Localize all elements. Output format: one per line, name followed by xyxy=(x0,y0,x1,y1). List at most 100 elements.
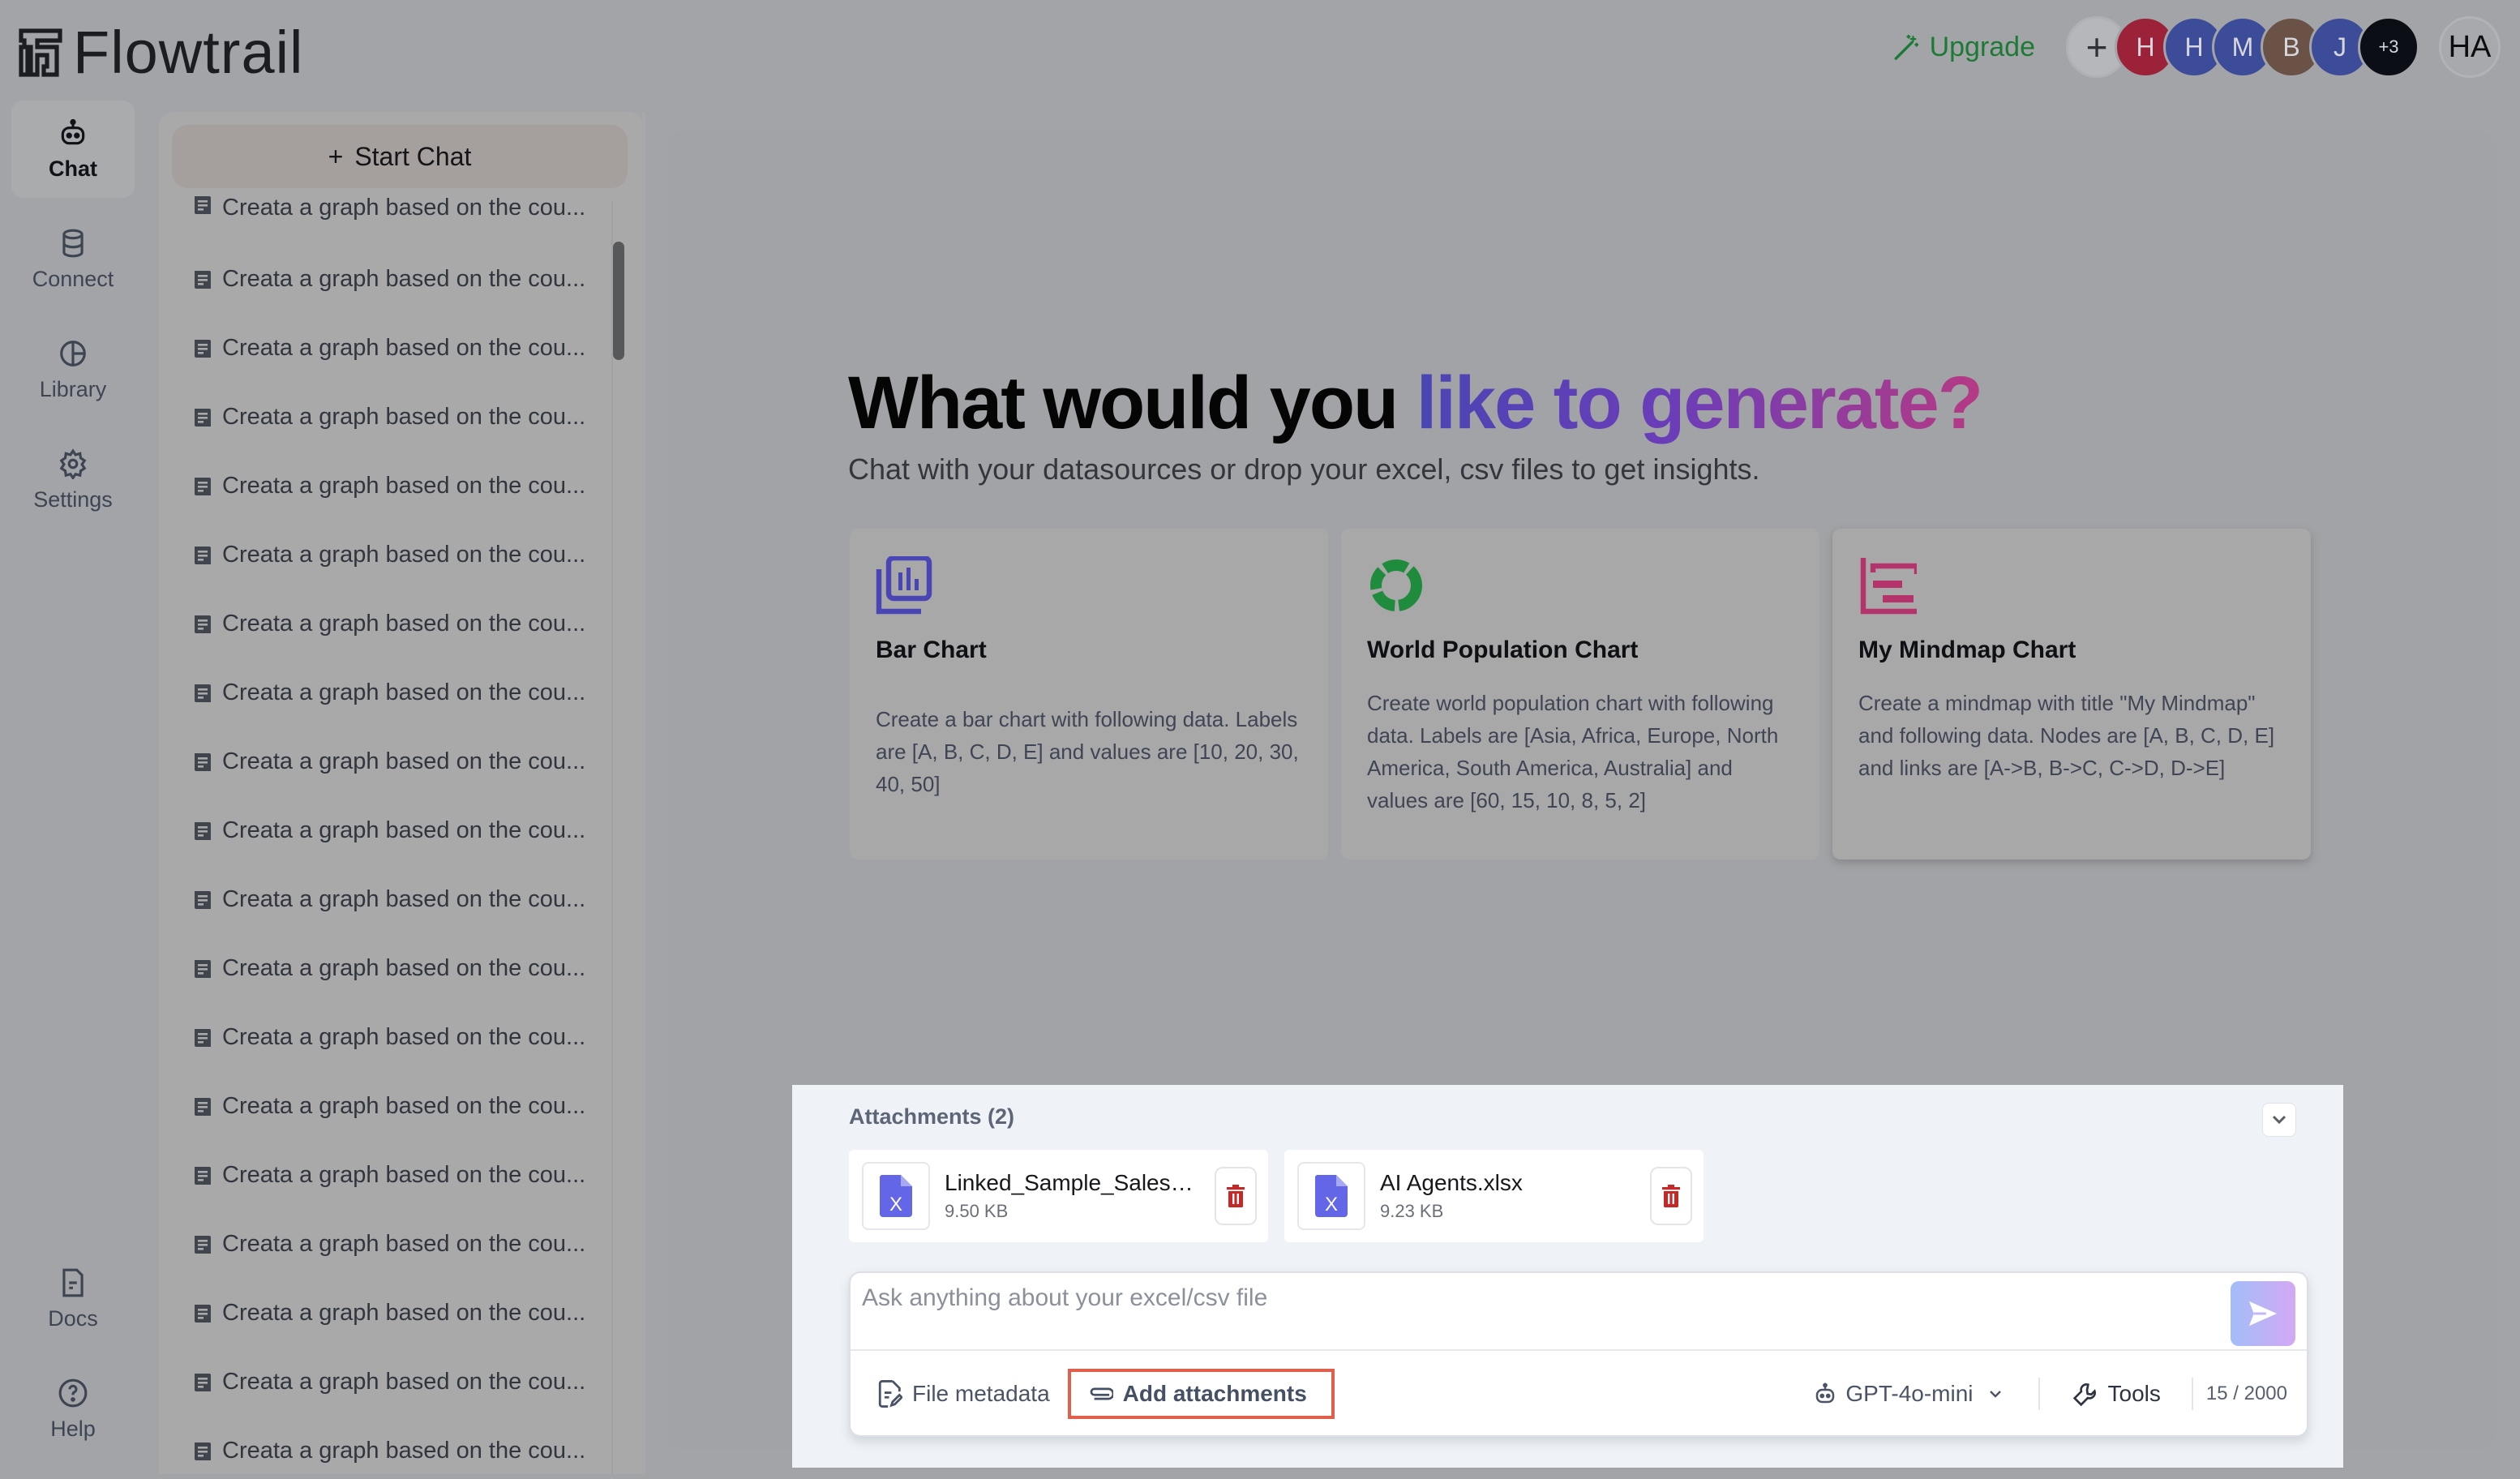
chat-log-icon xyxy=(195,1304,211,1323)
start-chat-button[interactable]: + Start Chat xyxy=(172,125,628,188)
attachment-list: X Linked_Sample_Sales_... 9.50 KB X AI A… xyxy=(849,1150,1704,1242)
chat-history-item[interactable]: Creata a graph based on the cou... xyxy=(159,452,613,521)
pie-chart-icon xyxy=(60,340,86,367)
chat-history-item[interactable]: Creata a graph based on the cou... xyxy=(159,245,613,314)
add-attachments-button[interactable]: Add attachments xyxy=(1067,1369,1335,1419)
delete-attachment-button[interactable] xyxy=(1650,1167,1692,1225)
prompt-input[interactable] xyxy=(862,1284,2232,1343)
topbar-actions: Upgrade + H H M B J +3 HA xyxy=(1892,15,2501,79)
more-members-badge[interactable]: +3 xyxy=(2358,16,2419,78)
team-avatars: + H H M B J +3 HA xyxy=(2066,16,2501,78)
chat-history-item[interactable]: Creata a graph based on the cou... xyxy=(159,521,613,589)
attachments-title: Attachments (2) xyxy=(849,1104,1015,1129)
gear-icon xyxy=(59,448,87,479)
chat-history-item[interactable]: Creata a graph based on the cou... xyxy=(159,1003,613,1072)
nav-item-connect[interactable]: Connect xyxy=(11,211,135,308)
svg-text:X: X xyxy=(1325,1194,1338,1215)
chat-history-list: Creata a graph based on the cou... Creat… xyxy=(159,193,613,1474)
hero: What would you like to generate? Chat wi… xyxy=(848,361,1983,487)
collapse-attachments-button[interactable] xyxy=(2262,1103,2296,1137)
app-brand[interactable]: Flowtrail xyxy=(18,18,303,87)
chat-history-item[interactable]: Creata a graph based on the cou... xyxy=(159,193,613,245)
chat-history-title: Creata a graph based on the cou... xyxy=(222,817,586,843)
chat-history-title: Creata a graph based on the cou... xyxy=(222,1231,586,1257)
template-card-bar-chart[interactable]: Bar Chart Create a bar chart with follow… xyxy=(850,529,1328,860)
chat-log-icon xyxy=(195,196,211,214)
mindmap-icon xyxy=(1860,558,1920,615)
attachment-thumb: X xyxy=(1297,1162,1365,1230)
nav-item-library[interactable]: Library xyxy=(11,321,135,418)
chat-history-title: Creata a graph based on the cou... xyxy=(222,955,586,981)
donut-chart-icon xyxy=(1370,559,1422,611)
file-metadata-button[interactable]: File metadata xyxy=(878,1380,1050,1408)
chat-log-icon xyxy=(195,821,211,840)
chat-log-icon xyxy=(195,270,211,289)
history-scrollbar-thumb[interactable] xyxy=(613,242,624,360)
nav-item-chat[interactable]: Chat xyxy=(11,101,135,198)
chat-history-item[interactable]: Creata a graph based on the cou... xyxy=(159,934,613,1003)
chat-history-title: Creata a graph based on the cou... xyxy=(222,1369,586,1395)
chat-history-item[interactable]: Creata a graph based on the cou... xyxy=(159,796,613,865)
current-user-avatar[interactable]: HA xyxy=(2439,16,2501,78)
chat-history-item[interactable]: Creata a graph based on the cou... xyxy=(159,589,613,658)
plus-icon: + xyxy=(328,141,344,171)
chat-log-icon xyxy=(195,546,211,564)
tools-button[interactable]: Tools xyxy=(2072,1381,2161,1407)
chat-history-title: Creata a graph based on the cou... xyxy=(222,1162,586,1188)
chat-history-item[interactable]: Creata a graph based on the cou... xyxy=(159,383,613,452)
chat-history-title: Creata a graph based on the cou... xyxy=(222,335,586,361)
robot-icon xyxy=(1816,1383,1835,1404)
chat-log-icon xyxy=(195,684,211,702)
chat-history-item[interactable]: Creata a graph based on the cou... xyxy=(159,1210,613,1279)
attachment-item: X Linked_Sample_Sales_... 9.50 KB xyxy=(849,1150,1268,1242)
hero-title-plain: What would you xyxy=(848,362,1416,444)
template-card-description: Create world population chart with follo… xyxy=(1367,691,1779,812)
nav-label: Docs xyxy=(48,1305,98,1331)
attachment-thumb: X xyxy=(862,1162,930,1230)
database-icon xyxy=(62,229,84,257)
chat-history-item[interactable]: Creata a graph based on the cou... xyxy=(159,1417,613,1474)
template-card-title: World Population Chart xyxy=(1367,637,1639,663)
upgrade-label: Upgrade xyxy=(1929,31,2035,62)
attachment-size: 9.23 KB xyxy=(1380,1201,1444,1221)
robot-icon xyxy=(61,118,85,144)
chat-history-item[interactable]: Creata a graph based on the cou... xyxy=(159,1279,613,1348)
chat-history-item[interactable]: Creata a graph based on the cou... xyxy=(159,1072,613,1141)
chat-log-icon xyxy=(195,477,211,495)
nav-item-docs[interactable]: Docs xyxy=(11,1250,135,1348)
tools-label: Tools xyxy=(2107,1381,2161,1406)
send-button[interactable] xyxy=(2231,1281,2295,1346)
template-card-mindmap[interactable]: My Mindmap Chart Create a mindmap with t… xyxy=(1832,529,2311,860)
chat-history-item[interactable]: Creata a graph based on the cou... xyxy=(159,314,613,383)
chat-history-item[interactable]: Creata a graph based on the cou... xyxy=(159,727,613,796)
chat-history-item[interactable]: Creata a graph based on the cou... xyxy=(159,1141,613,1210)
chat-log-icon xyxy=(195,1097,211,1116)
template-card-world-population[interactable]: World Population Chart Create world popu… xyxy=(1341,529,1819,860)
history-scrollbar-track[interactable] xyxy=(611,201,628,1474)
chat-log-icon xyxy=(195,959,211,978)
paperclip-icon xyxy=(1090,1387,1113,1400)
chat-history-item[interactable]: Creata a graph based on the cou... xyxy=(159,1348,613,1417)
chat-history-title: Creata a graph based on the cou... xyxy=(222,542,586,568)
delete-attachment-button[interactable] xyxy=(1215,1167,1257,1225)
attachment-name: Linked_Sample_Sales_... xyxy=(945,1170,1196,1195)
chat-history-item[interactable]: Creata a graph based on the cou... xyxy=(159,865,613,934)
chat-history-title: Creata a graph based on the cou... xyxy=(222,748,586,774)
panel-divider[interactable] xyxy=(642,112,645,1474)
chat-log-icon xyxy=(195,339,211,358)
chat-history-title: Creata a graph based on the cou... xyxy=(222,1438,586,1464)
help-circle-icon xyxy=(58,1378,88,1407)
file-metadata-label: File metadata xyxy=(912,1381,1050,1406)
file-edit-icon xyxy=(878,1380,902,1408)
model-selector[interactable]: GPT-4o-mini xyxy=(1813,1380,2002,1408)
nav-item-settings[interactable]: Settings xyxy=(11,431,135,529)
chat-history-item[interactable]: Creata a graph based on the cou... xyxy=(159,658,613,727)
nav-item-help[interactable]: Help xyxy=(11,1361,135,1458)
magic-wand-icon xyxy=(1894,34,1918,60)
upgrade-button[interactable]: Upgrade xyxy=(1892,32,2035,63)
nav-label: Connect xyxy=(32,266,114,291)
nav-label: Help xyxy=(50,1416,96,1441)
hero-title: What would you like to generate? xyxy=(848,361,1983,446)
template-cards: Bar Chart Create a bar chart with follow… xyxy=(850,529,2311,860)
chat-history-title: Creata a graph based on the cou... xyxy=(222,266,586,292)
